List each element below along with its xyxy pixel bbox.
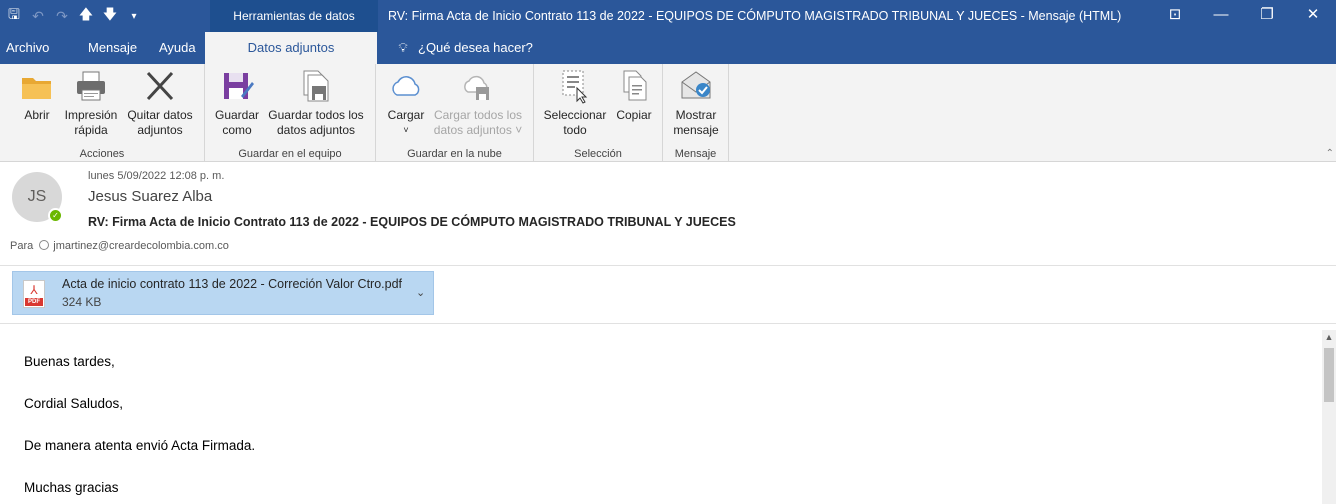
group-guardar-equipo: Guardar como Guardar todos los datos adj… <box>205 64 376 162</box>
group-label-acciones: Acciones <box>79 148 125 160</box>
undo-icon[interactable]: ↶ <box>26 8 50 25</box>
group-label-mensaje: Mensaje <box>674 148 717 160</box>
window-title: RV: Firma Acta de Inicio Contrato 113 de… <box>388 9 1122 23</box>
guardar-todos-label-1: Guardar todos los <box>268 108 364 122</box>
group-guardar-nube: Cargar ˅ Cargar todos los datos adjuntos… <box>376 64 534 162</box>
abrir-button[interactable]: Abrir <box>14 68 60 123</box>
restore-button[interactable]: ❐ <box>1244 0 1290 32</box>
recipient-address[interactable]: jmartinez@creardecolombia.com.co <box>53 240 229 252</box>
select-all-icon <box>562 70 588 104</box>
pdf-tag: PDF <box>25 298 43 306</box>
tab-datos-adjuntos[interactable]: Datos adjuntos <box>205 32 377 64</box>
cargar-dropdown-icon[interactable]: ˅ <box>384 123 428 138</box>
attachment-item[interactable]: ⅄ PDF Acta de inicio contrato 113 de 202… <box>12 271 434 315</box>
sender-name[interactable]: Jesus Suarez Alba <box>88 188 212 205</box>
cargar-todos-label-1: Cargar todos los <box>433 108 523 122</box>
save-as-icon <box>224 73 254 99</box>
seleccionar-todo-button[interactable]: Seleccionar todo <box>540 68 610 138</box>
mostrar-label-1: Mostrar <box>675 108 717 122</box>
body-line-3: De manera atenta envió Acta Firmada. <box>24 438 256 453</box>
message-header: JS ✓ lunes 5/09/2022 12:08 p. m. Jesus S… <box>0 162 1336 266</box>
save-icon[interactable]: 🖫 <box>2 4 26 28</box>
mostrar-mensaje-button[interactable]: Mostrar mensaje <box>667 68 725 138</box>
body-line-1: Buenas tardes, <box>24 354 115 369</box>
group-seleccion: Seleccionar todo Copiar Selección <box>534 64 663 162</box>
copiar-label: Copiar <box>616 108 652 122</box>
minimize-button[interactable]: — <box>1198 0 1244 32</box>
abrir-label: Abrir <box>24 108 50 122</box>
tab-mensaje[interactable]: Mensaje <box>88 32 137 64</box>
cargar-button[interactable]: Cargar ˅ <box>384 68 428 138</box>
printer-icon <box>77 71 105 101</box>
context-tab-label: Herramientas de datos adjuntos <box>210 0 378 55</box>
impresion-label-2: rápida <box>74 123 108 137</box>
impresion-label-1: Impresión <box>64 108 118 122</box>
attachment-size: 324 KB <box>62 295 102 309</box>
group-label-guardar-equipo: Guardar en el equipo <box>238 148 342 160</box>
recipients-line: Para jmartinez@creardecolombia.com.co <box>10 240 229 252</box>
customize-qat-icon[interactable]: ▾ <box>122 11 146 22</box>
seleccionar-label-2: todo <box>563 123 587 137</box>
scroll-up-icon[interactable]: ▲ <box>1322 330 1336 344</box>
show-message-icon <box>681 71 711 99</box>
lightbulb-icon: 💡︎ <box>398 40 408 55</box>
previous-item-icon[interactable]: 🡅 <box>74 4 98 28</box>
guardar-todos-label-2: datos adjuntos <box>276 123 356 137</box>
cargar-todos-label-2: datos adjuntos ˅ <box>433 123 523 137</box>
to-label: Para <box>10 240 34 252</box>
close-button[interactable]: ✕ <box>1290 0 1336 32</box>
acrobat-symbol: ⅄ <box>30 283 38 297</box>
impresion-rapida-button[interactable]: Impresión rápida <box>60 68 122 138</box>
guardar-todos-button[interactable]: Guardar todos los datos adjuntos <box>263 68 369 138</box>
tab-archivo[interactable]: Archivo <box>6 32 49 64</box>
ribbon-tabs: Archivo Mensaje Ayuda Datos adjuntos 💡︎ ¿… <box>0 32 1336 64</box>
next-item-icon[interactable]: 🡇 <box>98 4 122 28</box>
guardar-label-2: como <box>222 123 252 137</box>
cargar-label: Cargar <box>387 108 425 122</box>
group-mensaje: Mostrar mensaje Mensaje <box>663 64 729 162</box>
quitar-datos-adjuntos-button[interactable]: Quitar datos adjuntos <box>122 68 198 138</box>
scroll-thumb[interactable] <box>1324 348 1334 402</box>
body-line-2: Cordial Saludos, <box>24 396 124 411</box>
folder-icon <box>22 78 51 99</box>
tell-me-box[interactable]: 💡︎ ¿Qué desea hacer? <box>394 32 533 64</box>
cloud-save-icon <box>464 75 489 100</box>
cargar-todos-button[interactable]: Cargar todos los datos adjuntos ˅ <box>428 68 528 138</box>
message-body: Buenas tardes, Cordial Saludos, De maner… <box>0 324 1322 504</box>
pdf-icon: ⅄ PDF <box>23 280 45 308</box>
collapse-ribbon-icon[interactable]: ⌃ <box>1326 148 1334 159</box>
quitar-label-1: Quitar datos <box>127 108 193 122</box>
quick-access-toolbar: 🖫 ↶ ↷ 🡅 🡇 ▾ <box>0 0 146 32</box>
presence-unknown-icon <box>39 240 50 250</box>
x-icon <box>146 71 174 101</box>
copiar-button[interactable]: Copiar <box>610 68 658 123</box>
group-label-guardar-nube: Guardar en la nube <box>407 148 502 160</box>
ribbon: Abrir Impresión rápida Quitar datos adju… <box>0 64 1336 162</box>
save-all-icon <box>303 70 329 102</box>
presence-available-icon: ✓ <box>48 208 63 223</box>
sent-date: lunes 5/09/2022 12:08 p. m. <box>88 170 225 182</box>
guardar-label-1: Guardar <box>214 108 260 122</box>
quitar-label-2: adjuntos <box>137 123 183 137</box>
body-line-4: Muchas gracias <box>24 480 119 495</box>
attachment-bar: ⅄ PDF Acta de inicio contrato 113 de 202… <box>0 266 1336 324</box>
ribbon-display-options-icon[interactable]: ⊡ <box>1152 0 1198 32</box>
seleccionar-label-1: Seleccionar <box>543 108 607 122</box>
guardar-como-button[interactable]: Guardar como <box>211 68 263 138</box>
copy-icon <box>623 70 647 101</box>
cloud-icon <box>392 76 420 96</box>
tab-ayuda[interactable]: Ayuda <box>159 32 196 64</box>
tell-me-text: ¿Qué desea hacer? <box>418 40 533 55</box>
group-label-seleccion: Selección <box>574 148 622 160</box>
attachment-dropdown-icon[interactable]: ⌄ <box>416 286 425 299</box>
group-acciones: Abrir Impresión rápida Quitar datos adju… <box>0 64 205 162</box>
mostrar-label-2: mensaje <box>673 123 719 137</box>
redo-icon[interactable]: ↷ <box>50 8 74 25</box>
body-scrollbar[interactable]: ▲ <box>1322 330 1336 504</box>
title-bar: 🖫 ↶ ↷ 🡅 🡇 ▾ Herramientas de datos adjunt… <box>0 0 1336 55</box>
message-subject: RV: Firma Acta de Inicio Contrato 113 de… <box>88 215 736 229</box>
attachment-name: Acta de inicio contrato 113 de 2022 - Co… <box>62 277 403 291</box>
